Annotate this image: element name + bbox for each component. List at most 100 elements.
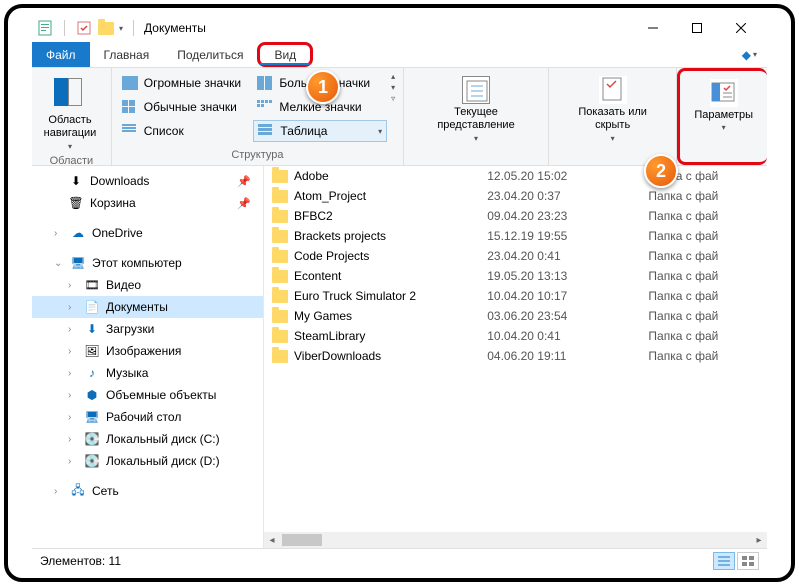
view-icons-button[interactable] (737, 552, 759, 570)
folder-icon (97, 19, 115, 37)
tree-diskd[interactable]: ›💽Локальный диск (D:) (32, 450, 263, 472)
file-type: Папка с фай (608, 246, 767, 266)
show-hide-button[interactable]: Показать или скрыть ▾ (555, 72, 670, 147)
file-date: 03.06.20 23:54 (479, 306, 608, 326)
layout-list[interactable]: Список (118, 120, 252, 142)
scroll-left-icon[interactable]: ◂ (264, 535, 280, 546)
navigation-pane-button[interactable]: Область навигации ▾ (38, 72, 102, 155)
layout-scroll-up-icon[interactable]: ▴ (391, 72, 395, 81)
small-icons-icon (257, 100, 273, 114)
tree-video[interactable]: ›🎞Видео (32, 274, 263, 296)
folder-icon (272, 210, 288, 223)
file-date: 09.04.20 23:23 (479, 206, 608, 226)
list-icon (122, 124, 138, 138)
downloads-icon: ⬇ (84, 321, 100, 337)
file-name: Code Projects (294, 249, 369, 263)
file-type: Папка с фай (608, 306, 767, 326)
expand-icon[interactable]: › (54, 228, 64, 239)
file-row[interactable]: Atom_Project23.04.20 0:37Папка с фай (264, 186, 767, 206)
file-name: Atom_Project (294, 189, 366, 203)
tree-3dobjects[interactable]: ›⬢Объемные объекты (32, 384, 263, 406)
file-row[interactable]: My Games03.06.20 23:54Папка с фай (264, 306, 767, 326)
layout-normal[interactable]: Обычные значки (118, 96, 252, 118)
scroll-thumb[interactable] (282, 534, 322, 546)
normal-icons-icon (122, 100, 138, 114)
minimize-button[interactable] (631, 14, 675, 42)
file-date: 10.04.20 0:41 (479, 326, 608, 346)
tab-share[interactable]: Поделиться (163, 42, 257, 67)
horizontal-scrollbar[interactable]: ◂ ▸ (264, 532, 767, 548)
callout-2: 2 (644, 154, 678, 188)
tree-recycle[interactable]: 🗑Корзина📌 (32, 192, 263, 214)
layout-expand-icon[interactable]: ▿ (391, 94, 395, 103)
tree-thispc[interactable]: ⌄🖥Этот компьютер (32, 252, 263, 274)
tab-view[interactable]: Вид (257, 42, 313, 67)
file-row[interactable]: ViberDownloads04.06.20 19:11Папка с фай (264, 346, 767, 366)
status-item-count: Элементов: 11 (40, 554, 121, 568)
qat-properties-icon[interactable] (75, 19, 93, 37)
tree-onedrive[interactable]: ›☁OneDrive (32, 222, 263, 244)
qat-dropdown-icon[interactable]: ▾ (119, 24, 123, 33)
file-row[interactable]: Adobe12.05.20 15:02Папка с фай (264, 166, 767, 186)
folder-icon (272, 270, 288, 283)
file-type: Папка с фай (608, 206, 767, 226)
layout-scroll-down-icon[interactable]: ▾ (391, 83, 395, 92)
downloads-icon: ⬇ (68, 173, 84, 189)
file-row[interactable]: Brackets projects15.12.19 19:55Папка с ф… (264, 226, 767, 246)
options-icon (710, 79, 738, 107)
file-row[interactable]: Econtent19.05.20 13:13Папка с фай (264, 266, 767, 286)
pin-icon: 📌 (237, 175, 257, 188)
file-type: Папка с фай (608, 326, 767, 346)
file-name: Euro Truck Simulator 2 (294, 289, 416, 303)
tree-downloads2[interactable]: ›⬇Загрузки (32, 318, 263, 340)
folder-icon (272, 230, 288, 243)
file-list[interactable]: Adobe12.05.20 15:02Папка с файAtom_Proje… (264, 166, 767, 548)
images-icon: 🖼 (84, 343, 100, 359)
view-details-button[interactable] (713, 552, 735, 570)
help-button[interactable]: ◆▾ (732, 42, 767, 67)
navigation-pane-label: Область навигации (44, 114, 97, 140)
tree-desktop[interactable]: ›🖥Рабочий стол (32, 406, 263, 428)
navigation-tree[interactable]: ⬇Downloads📌 🗑Корзина📌 ›☁OneDrive ⌄🖥Этот … (32, 166, 264, 548)
maximize-button[interactable] (675, 14, 719, 42)
tree-diskc[interactable]: ›💽Локальный диск (C:) (32, 428, 263, 450)
file-name: BFBC2 (294, 209, 333, 223)
file-date: 04.06.20 19:11 (479, 346, 608, 366)
tree-documents[interactable]: ›📄Документы (32, 296, 263, 318)
network-icon: 🖧 (70, 483, 86, 499)
folder-icon (272, 350, 288, 363)
file-name: Econtent (294, 269, 341, 283)
file-row[interactable]: BFBC2 09.04.20 23:23Папка с фай (264, 206, 767, 226)
file-name: Brackets projects (294, 229, 386, 243)
huge-icons-icon (122, 76, 138, 90)
file-type: Папка с фай (608, 166, 767, 186)
group-layout-label: Структура (118, 149, 397, 163)
tab-file[interactable]: Файл (32, 42, 90, 67)
scroll-right-icon[interactable]: ▸ (751, 535, 767, 546)
layout-huge[interactable]: Огромные значки (118, 72, 252, 94)
collapse-icon[interactable]: ⌄ (54, 258, 64, 269)
tree-downloads[interactable]: ⬇Downloads📌 (32, 170, 263, 192)
file-date: 19.05.20 13:13 (479, 266, 608, 286)
disk-icon: 💽 (84, 453, 100, 469)
tree-music[interactable]: ›♪Музыка (32, 362, 263, 384)
file-row[interactable]: Code Projects23.04.20 0:41Папка с фай (264, 246, 767, 266)
tab-home[interactable]: Главная (90, 42, 164, 67)
folder-icon (272, 290, 288, 303)
file-row[interactable]: SteamLibrary10.04.20 0:41Папка с фай (264, 326, 767, 346)
current-view-button[interactable]: Текущее представление ▾ (410, 72, 542, 147)
table-icon (258, 124, 274, 138)
close-button[interactable] (719, 14, 763, 42)
current-view-label: Текущее представление (418, 106, 534, 132)
music-icon: ♪ (84, 365, 100, 381)
layout-table[interactable]: Таблица▾ (253, 120, 387, 142)
options-button[interactable]: Параметры ▾ (686, 75, 761, 136)
file-type: Папка с фай (608, 346, 767, 366)
tree-network[interactable]: ›🖧Сеть (32, 480, 263, 502)
folder-icon (272, 330, 288, 343)
navigation-pane-icon (54, 78, 86, 110)
documents-icon: 📄 (84, 299, 100, 315)
file-date: 12.05.20 15:02 (479, 166, 608, 186)
file-row[interactable]: Euro Truck Simulator 210.04.20 10:17Папк… (264, 286, 767, 306)
tree-images[interactable]: ›🖼Изображения (32, 340, 263, 362)
